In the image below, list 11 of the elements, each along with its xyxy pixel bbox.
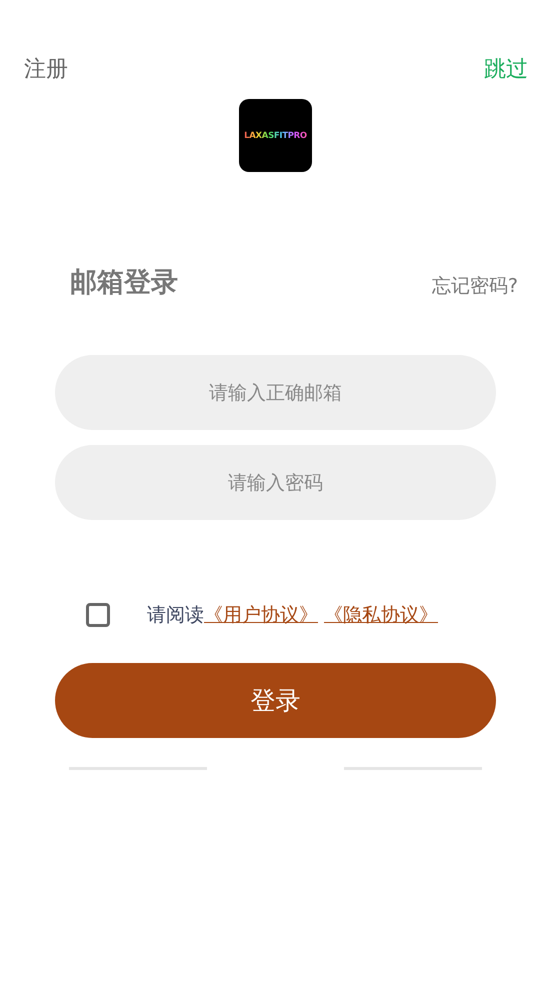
page-title: 邮箱登录 — [70, 266, 178, 300]
agreement-checkbox[interactable] — [86, 603, 110, 627]
logo-text: LAXASFITPRO — [244, 130, 307, 140]
password-field[interactable]: 请输入密码 — [55, 445, 496, 520]
forgot-password-link[interactable]: 忘记密码? — [432, 273, 518, 299]
agreement-text: 请阅读 — [147, 603, 204, 628]
login-button[interactable]: 登录 — [55, 663, 496, 738]
register-link[interactable]: 注册 — [24, 55, 68, 85]
email-field[interactable]: 请输入正确邮箱 — [55, 355, 496, 430]
agreement-link[interactable]: 《用户协议》 — [204, 602, 318, 628]
agreement-link[interactable]: 《隐私协议》 — [324, 602, 438, 628]
